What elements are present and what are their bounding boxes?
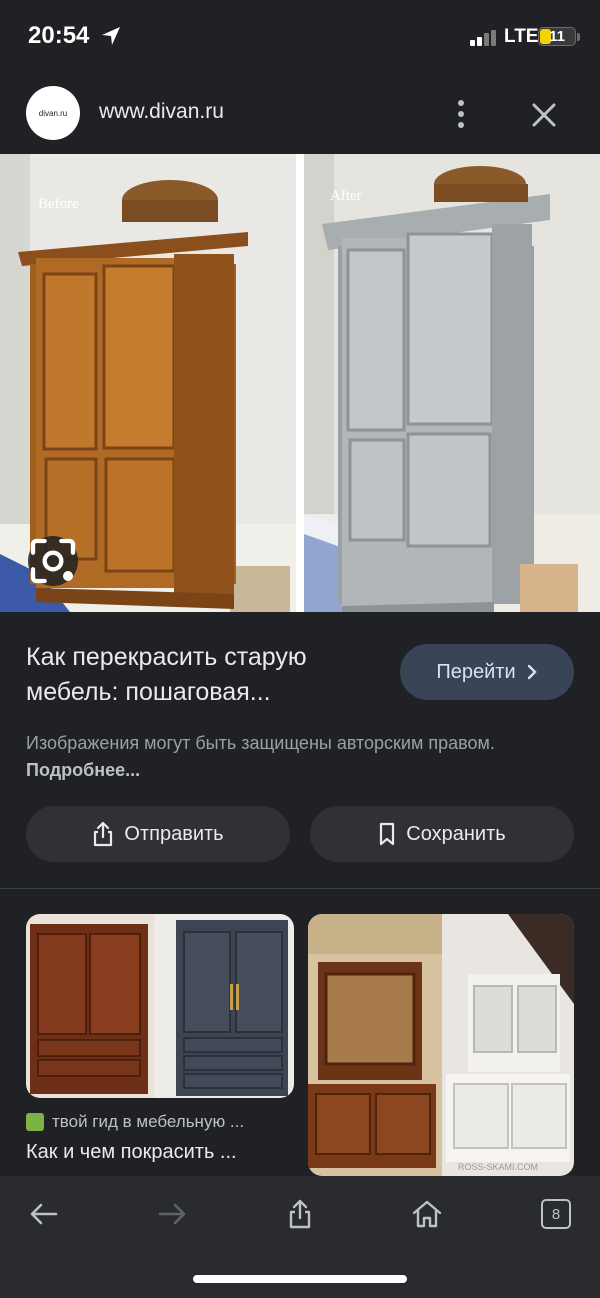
go-button-label: Перейти: [436, 660, 516, 683]
copyright-text: Изображения могут быть защищены авторски…: [26, 733, 495, 753]
home-icon: [412, 1200, 442, 1228]
forward-button[interactable]: [154, 1196, 190, 1232]
result-title[interactable]: Как перекрасить старую мебель: пошаговая…: [26, 640, 376, 710]
status-bar: 20:54 LTE 11: [0, 0, 600, 74]
bookmark-icon: [380, 822, 395, 846]
source-favicon-icon: [26, 1113, 44, 1131]
hero-image[interactable]: Before After: [0, 154, 600, 612]
battery-cap: [577, 33, 580, 41]
related-photo-cupboards: ROSS-SKAMI.COM: [308, 914, 574, 1176]
status-time: 20:54: [28, 22, 90, 49]
share-page-button[interactable]: [282, 1196, 318, 1232]
tabs-button[interactable]: 8: [538, 1196, 574, 1232]
chevron-right-icon: [527, 664, 537, 680]
learn-more-link[interactable]: Подробнее...: [26, 760, 140, 780]
after-label: After: [330, 188, 362, 204]
network-type: LTE: [504, 26, 539, 47]
site-url[interactable]: www.divan.ru: [99, 100, 224, 124]
share-button[interactable]: Отправить: [26, 806, 290, 862]
related-image-2[interactable]: ROSS-SKAMI.COM: [308, 914, 574, 1176]
lens-button[interactable]: [28, 536, 78, 586]
lens-icon: [30, 538, 76, 584]
home-button[interactable]: [409, 1196, 445, 1232]
share-icon: [94, 821, 113, 847]
related-photo-wardrobes: [26, 914, 294, 1098]
copyright-notice: Изображения могут быть защищены авторски…: [26, 730, 546, 784]
share-icon: [289, 1199, 311, 1229]
close-icon[interactable]: [530, 101, 558, 129]
arrow-forward-icon: [158, 1203, 186, 1225]
location-arrow-icon: [102, 27, 120, 45]
battery-icon: 11: [538, 27, 576, 46]
before-label: Before: [38, 196, 79, 212]
signal-icon: [470, 30, 496, 46]
save-button[interactable]: Сохранить: [310, 806, 574, 862]
share-button-label: Отправить: [124, 822, 224, 845]
back-button[interactable]: [26, 1196, 62, 1232]
go-button[interactable]: Перейти: [400, 644, 574, 700]
section-divider: [0, 888, 600, 889]
related-source[interactable]: твой гид в мебельную ...: [26, 1112, 244, 1132]
more-vert-icon[interactable]: [450, 98, 472, 130]
before-after-photo: Before After: [0, 154, 600, 612]
site-logo[interactable]: divan.ru: [26, 86, 80, 140]
related-watermark: ROSS-SKAMI.COM: [458, 1162, 538, 1172]
save-button-label: Сохранить: [406, 822, 506, 845]
related-source-label: твой гид в мебельную ...: [52, 1112, 245, 1131]
tabs-count: 8: [541, 1199, 571, 1229]
related-image-1[interactable]: [26, 914, 294, 1098]
site-header: divan.ru www.divan.ru: [0, 74, 600, 154]
battery-level: 11: [549, 28, 565, 45]
related-title[interactable]: Как и чем покрасить ...: [26, 1141, 237, 1164]
home-indicator[interactable]: [193, 1275, 407, 1283]
site-logo-text: divan.ru: [38, 108, 68, 118]
arrow-back-icon: [30, 1203, 58, 1225]
